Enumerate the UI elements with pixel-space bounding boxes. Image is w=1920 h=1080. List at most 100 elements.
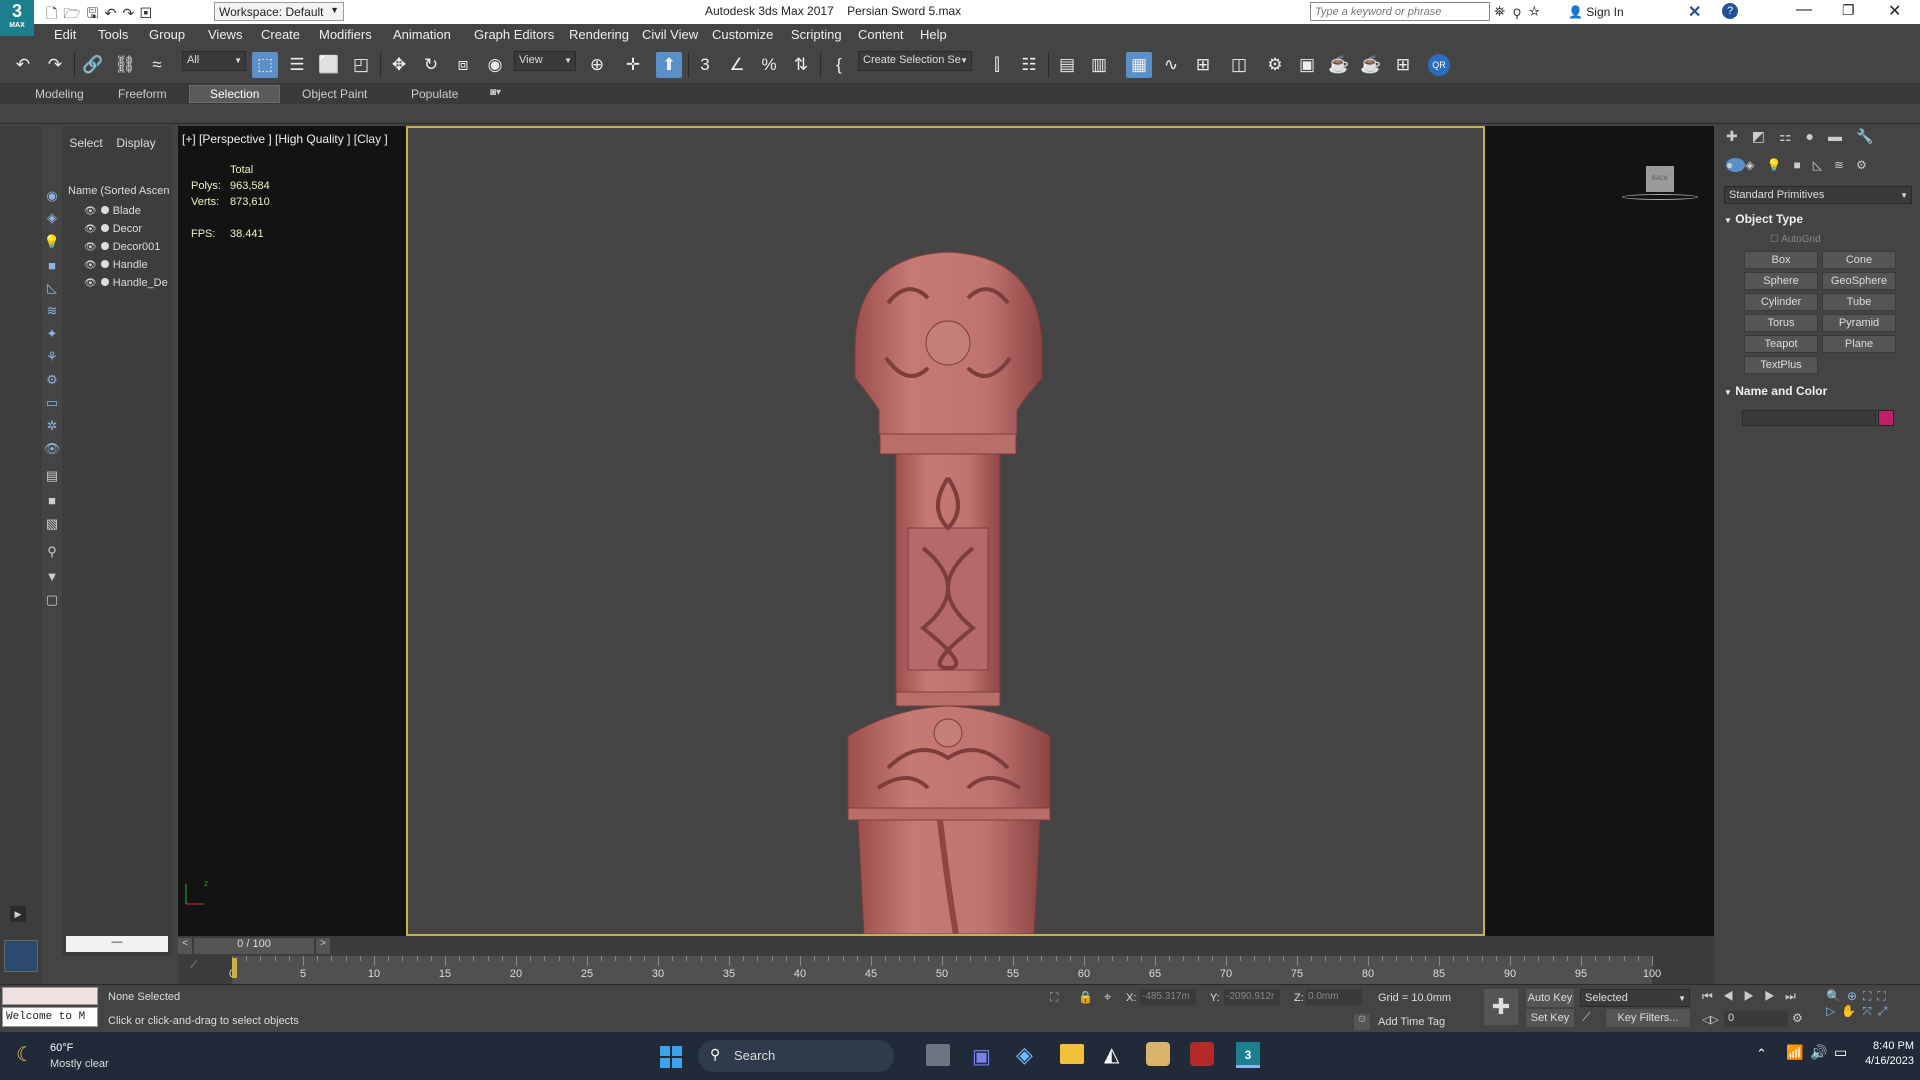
toggle-ribbon-icon[interactable]: ▥: [1086, 52, 1112, 78]
cameras-icon[interactable]: ■: [1793, 158, 1812, 172]
viewport-label[interactable]: [+] [Perspective ] [High Quality ] [Clay…: [182, 132, 388, 146]
set-key-big-button[interactable]: ✚: [1484, 989, 1518, 1025]
geosphere-button[interactable]: GeoSphere: [1822, 272, 1896, 290]
windows-start-icon[interactable]: [660, 1046, 682, 1068]
maxscript-listener-top[interactable]: [2, 987, 98, 1005]
spacewarps-icon[interactable]: ≋: [1834, 158, 1856, 172]
ribbon-options-icon[interactable]: ◙▾: [490, 87, 501, 98]
sign-in-button[interactable]: 👤 Sign In: [1568, 5, 1624, 19]
sphere-button[interactable]: Sphere: [1744, 272, 1818, 290]
track-bar[interactable]: 0510152025303540455055606570758085909510…: [229, 956, 1661, 984]
star-icon[interactable]: ☆: [1529, 3, 1548, 19]
helpers-icon[interactable]: ◺: [1813, 158, 1834, 172]
rectangular-selection-icon[interactable]: ⬜: [316, 52, 342, 78]
project-icon[interactable]: ▣: [140, 5, 158, 21]
angle-snap-icon[interactable]: ∠: [724, 52, 750, 78]
placement-icon[interactable]: ◉: [482, 52, 508, 78]
eye-icon[interactable]: 👁: [84, 260, 97, 271]
display-icon[interactable]: ▭: [42, 393, 62, 413]
link-icon[interactable]: 🔗: [80, 52, 106, 78]
redo-icon[interactable]: ↷: [122, 5, 140, 21]
tab-modeling[interactable]: Modeling: [35, 87, 84, 101]
current-frame-marker[interactable]: [232, 958, 237, 978]
key-mode-icon[interactable]: ◁▷: [1702, 1013, 1719, 1026]
named-selection-sets-dropdown[interactable]: Create Selection Se ▼: [858, 51, 972, 71]
tab-freeform[interactable]: Freeform: [118, 87, 167, 101]
select-by-name-icon[interactable]: ☰: [284, 52, 310, 78]
lights-icon[interactable]: 💡: [1766, 158, 1793, 172]
list-item[interactable]: 👁 Handle: [84, 257, 172, 274]
zoom-extents-all-icon[interactable]: ⛶: [1877, 989, 1891, 1003]
go-to-end-icon[interactable]: ⏭: [1785, 989, 1806, 1003]
column-header-name[interactable]: Name (Sorted Ascen: [68, 185, 172, 197]
walk-through-icon[interactable]: ⤧: [1862, 1004, 1878, 1018]
viewport-layout-thumbnail[interactable]: [4, 940, 38, 972]
chat-icon[interactable]: ▣: [972, 1044, 991, 1069]
taskbar-clock[interactable]: 8:40 PM 4/16/2023: [1846, 1040, 1914, 1067]
menu-scripting[interactable]: Scripting: [791, 27, 842, 42]
mirror-icon[interactable]: ⫿: [984, 52, 1010, 78]
viewcube-ring[interactable]: [1622, 194, 1698, 200]
scene-explorer-icon[interactable]: ▦: [1126, 52, 1152, 78]
selection-filter-dropdown[interactable]: All ▼: [182, 51, 246, 71]
maximize-button[interactable]: ❐: [1842, 2, 1855, 19]
unlink-icon[interactable]: ⛓: [112, 52, 138, 78]
menu-create[interactable]: Create: [261, 27, 300, 42]
time-slider[interactable]: 0 / 100: [194, 938, 314, 954]
wifi-icon[interactable]: 📶: [1786, 1044, 1803, 1061]
list-item[interactable]: 👁 Decor001: [84, 239, 172, 256]
3dsmax-taskbar-icon[interactable]: 3: [1236, 1042, 1260, 1068]
eye-icon[interactable]: 👁: [42, 439, 62, 459]
list-item[interactable]: 👁 Decor: [84, 221, 172, 238]
app-logo[interactable]: 3 MAX: [0, 0, 34, 36]
binoculars-icon[interactable]: ⛯: [1494, 3, 1513, 19]
cylinder-button[interactable]: Cylinder: [1744, 293, 1818, 311]
teapot-button[interactable]: Teapot: [1744, 335, 1818, 353]
tab-display[interactable]: Display: [106, 136, 166, 150]
reference-coordinate-dropdown[interactable]: View ▼: [514, 51, 576, 71]
move-icon[interactable]: ✥: [386, 52, 412, 78]
percent-snap-icon[interactable]: %: [756, 52, 782, 78]
container-icon[interactable]: ■: [42, 490, 62, 510]
eye-icon[interactable]: 👁: [84, 278, 97, 289]
viewcube-face[interactable]: BACK: [1646, 166, 1674, 192]
lock-selection-icon[interactable]: 🔒: [1078, 990, 1093, 1004]
keyboard-shortcut-override-icon[interactable]: ⬆: [656, 52, 682, 78]
primitive-type-dropdown[interactable]: Standard Primitives ▼: [1724, 186, 1912, 204]
current-frame-field[interactable]: 0: [1724, 1011, 1788, 1027]
render-gallery-icon[interactable]: ⊞: [1390, 52, 1416, 78]
create-tab-icon[interactable]: ✚: [1726, 128, 1752, 144]
app-icon-character[interactable]: [1146, 1042, 1170, 1066]
maxscript-listener-input[interactable]: Welcome to M: [2, 1007, 98, 1027]
menu-group[interactable]: Group: [149, 27, 185, 42]
curve-editor-icon[interactable]: ∿: [1158, 52, 1184, 78]
app-icon-blue-diamond[interactable]: ◈: [1016, 1042, 1033, 1068]
display-tab-icon[interactable]: ▬: [1828, 128, 1856, 144]
render-production-icon[interactable]: ☕: [1326, 52, 1352, 78]
pyramid-button[interactable]: Pyramid: [1822, 314, 1896, 332]
plane-button[interactable]: Plane: [1822, 335, 1896, 353]
systems-icon[interactable]: ⚙: [1856, 158, 1879, 172]
menu-edit[interactable]: Edit: [54, 27, 76, 42]
rotate-icon[interactable]: ↻: [418, 52, 444, 78]
list-item[interactable]: 👁 Blade: [84, 203, 172, 220]
xref-icon[interactable]: ▧: [42, 514, 62, 534]
menu-content[interactable]: Content: [858, 27, 904, 42]
layer-bar[interactable]: —: [66, 936, 168, 952]
volume-icon[interactable]: 🔊: [1810, 1044, 1827, 1061]
pan-icon[interactable]: ✋: [1841, 1004, 1862, 1018]
eye-icon[interactable]: 👁: [84, 242, 97, 253]
autogrid-checkbox[interactable]: ☐ AutoGrid: [1770, 234, 1821, 245]
taskbar-search-box[interactable]: ⚲ Search: [698, 1040, 894, 1072]
zoom-extents-icon[interactable]: ⛶: [1863, 989, 1877, 1003]
file-explorer-icon[interactable]: [1060, 1044, 1084, 1064]
spinner-snap-icon[interactable]: ⇅: [788, 52, 814, 78]
folder-icon[interactable]: ▢: [42, 590, 62, 610]
unity-icon[interactable]: ◭: [1104, 1042, 1119, 1067]
curve-editor-mini-icon[interactable]: ⟋: [190, 960, 197, 971]
rendered-frame-window-icon[interactable]: ▣: [1294, 52, 1320, 78]
object-color-swatch[interactable]: [1878, 410, 1894, 426]
viewcube[interactable]: BACK: [1622, 166, 1698, 202]
lights-icon[interactable]: 💡: [42, 232, 62, 252]
key-filters-button[interactable]: Key Filters...: [1606, 1009, 1690, 1027]
